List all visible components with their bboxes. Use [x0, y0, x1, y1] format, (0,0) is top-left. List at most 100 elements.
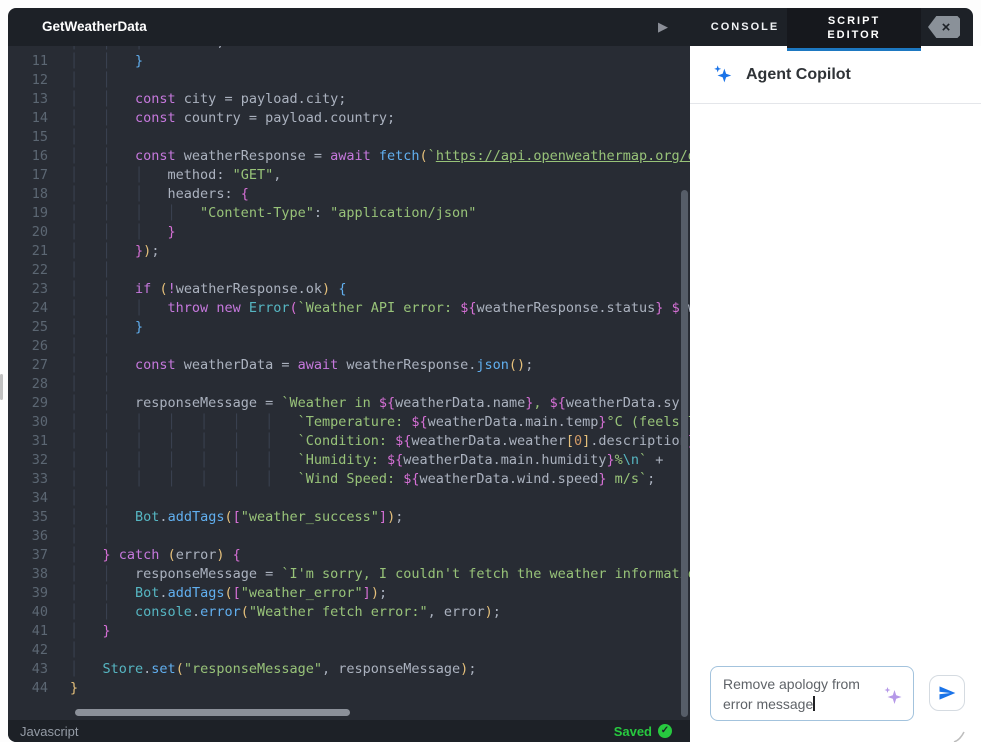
close-button[interactable]: ×: [928, 16, 960, 38]
code-line: 13 │ │ const city = payload.city;: [8, 90, 690, 109]
code-line: 14 │ │ const country = payload.country;: [8, 109, 690, 128]
page-scrollbar[interactable]: [0, 374, 3, 400]
code-line: 15 │ │: [8, 128, 690, 147]
code-line: 41 │ }: [8, 622, 690, 641]
line-number: 37: [31, 547, 48, 563]
send-button[interactable]: [929, 675, 965, 711]
line-number: 36: [31, 528, 48, 544]
code-line: 27 │ │ const weatherData = await weatherR…: [8, 356, 690, 375]
tab-console[interactable]: CONSOLE: [702, 8, 788, 46]
code-line: 43 │ Store.set("responseMessage", respons…: [8, 660, 690, 679]
line-number: 40: [31, 604, 48, 620]
code-line: 34 │ │: [8, 489, 690, 508]
title-bar: GetWeatherData ▶ CONSOLE SCRIPT EDITOR ×: [8, 8, 973, 51]
code-line: 20 │ │ │ }: [8, 223, 690, 242]
code-line: 11 │ │ }: [8, 52, 690, 71]
copilot-input-text: Remove apology from error message: [723, 676, 860, 712]
code-line: 17 │ │ │ method: "GET",: [8, 166, 690, 185]
code-line: 25 │ │ }: [8, 318, 690, 337]
agent-copilot-panel: Agent Copilot Remove apology from error …: [690, 46, 981, 742]
script-title: GetWeatherData: [42, 19, 147, 34]
line-number: 22: [31, 262, 48, 278]
line-number: 39: [31, 585, 48, 601]
code-line: 40 │ │ console.error("Weather fetch error…: [8, 603, 690, 622]
line-number: 12: [31, 72, 48, 88]
line-number: 43: [31, 661, 48, 677]
code-line: 18 │ │ │ headers: {: [8, 185, 690, 204]
line-number: 26: [31, 338, 48, 354]
line-number: 42: [31, 642, 48, 658]
saved-check-icon: ✓: [658, 724, 672, 738]
resize-handle[interactable]: [952, 730, 965, 742]
copilot-header: Agent Copilot: [690, 46, 981, 103]
saved-label: Saved: [613, 723, 652, 739]
code-line: 22 │ │: [8, 261, 690, 280]
line-number: 20: [31, 224, 48, 240]
code-line: 24 │ │ │ throw new Error(`Weather API err…: [8, 299, 690, 318]
active-tab-indicator: [787, 48, 921, 51]
text-cursor: [813, 696, 815, 711]
line-number: 44: [31, 680, 48, 696]
code-line: 21 │ │ });: [8, 242, 690, 261]
vertical-scrollbar[interactable]: [681, 190, 688, 717]
code-line: 23 │ │ if (!weatherResponse.ok) {: [8, 280, 690, 299]
line-number: 41: [31, 623, 48, 639]
code-line: 29 │ │ responseMessage = `Weather in ${we…: [8, 394, 690, 413]
line-number: 11: [31, 53, 48, 69]
line-number: 35: [31, 509, 48, 525]
code-line: 26 │ │: [8, 337, 690, 356]
line-number: 31: [31, 433, 48, 449]
line-number: 25: [31, 319, 48, 335]
line-number: 30: [31, 414, 48, 430]
code-line: 16 │ │ const weatherResponse = await fetc…: [8, 147, 690, 166]
code-line: 30 │ │ │ │ │ │ │ `Temperature: ${weatherD…: [8, 413, 690, 432]
line-number: 29: [31, 395, 48, 411]
code-line: 31 │ │ │ │ │ │ │ `Condition: ${weatherDat…: [8, 432, 690, 451]
script-editor-panel: 10│ │ │ return;11│ │ }12│ │13│ │ const c…: [8, 46, 690, 742]
tab-script-editor[interactable]: SCRIPT EDITOR: [787, 8, 921, 48]
copilot-input[interactable]: Remove apology from error message: [710, 666, 914, 721]
line-number: 38: [31, 566, 48, 582]
line-number: 27: [31, 357, 48, 373]
code-line: 36 │ │: [8, 527, 690, 546]
run-button[interactable]: ▶: [648, 8, 678, 46]
line-number: 19: [31, 205, 48, 221]
code-line: 42 │: [8, 641, 690, 660]
code-line: 44}: [8, 679, 690, 698]
line-number: 17: [31, 167, 48, 183]
horizontal-scrollbar[interactable]: [75, 709, 350, 716]
send-icon: [939, 686, 956, 700]
code-line: 32 │ │ │ │ │ │ │ `Humidity: ${weatherData…: [8, 451, 690, 470]
code-line: 19 │ │ │ │ "Content-Type": "application/j…: [8, 204, 690, 223]
divider: [690, 103, 981, 104]
save-status: Saved ✓: [614, 724, 672, 739]
line-number: 18: [31, 186, 48, 202]
code-line: 12 │ │: [8, 71, 690, 90]
input-sparkle-icon: [884, 687, 902, 704]
copilot-sparkle-icon: [714, 64, 732, 82]
backspace-close-icon: ×: [928, 16, 960, 38]
code-lines: 10│ │ │ return;11│ │ }12│ │13│ │ const c…: [8, 46, 690, 698]
code-line: 35 │ │ Bot.addTags(["weather_success"]);: [8, 508, 690, 527]
line-number: 33: [31, 471, 48, 487]
copilot-title: Agent Copilot: [746, 65, 851, 83]
line-number: 32: [31, 452, 48, 468]
play-icon: ▶: [658, 19, 668, 34]
line-number: 34: [31, 490, 48, 506]
language-label: Javascript: [20, 723, 79, 739]
code-line: 33 │ │ │ │ │ │ │ `Wind Speed: ${weatherDa…: [8, 470, 690, 489]
app-window: GetWeatherData ▶ CONSOLE SCRIPT EDITOR ×…: [0, 0, 981, 742]
line-number: 28: [31, 376, 48, 392]
line-number: 21: [31, 243, 48, 259]
code-editor[interactable]: 10│ │ │ return;11│ │ }12│ │13│ │ const c…: [8, 46, 690, 720]
line-number: 13: [31, 91, 48, 107]
line-number: 23: [31, 281, 48, 297]
code-line: 28 │ │: [8, 375, 690, 394]
editor-status-bar: Javascript Saved ✓: [8, 720, 690, 742]
line-number: 16: [31, 148, 48, 164]
tab-script-editor-label: SCRIPT EDITOR: [827, 15, 881, 41]
line-number: 24: [31, 300, 48, 316]
code-line: 37 │ } catch (error) {: [8, 546, 690, 565]
code-line: 39 │ │ Bot.addTags(["weather_error"]);: [8, 584, 690, 603]
code-line: 38 │ │ responseMessage = `I'm sorry, I co…: [8, 565, 690, 584]
